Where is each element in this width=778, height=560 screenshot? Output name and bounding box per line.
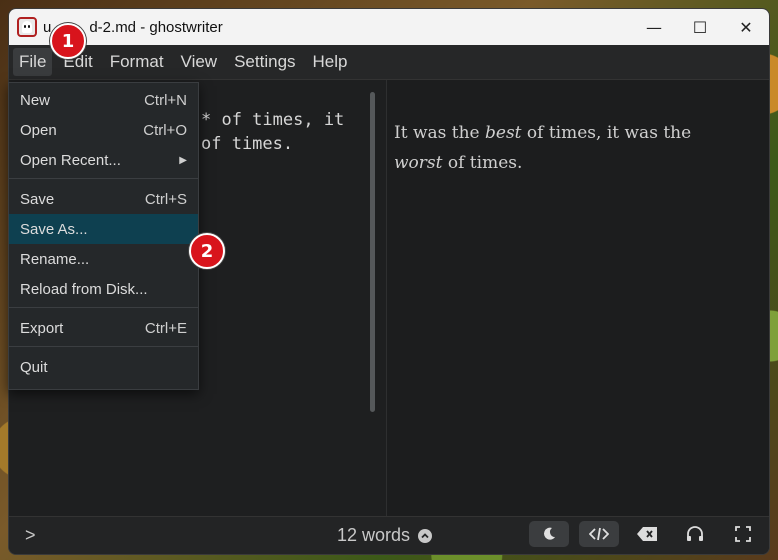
html-preview: It was the best of times, it was the wor… [387, 80, 769, 517]
menu-item-open-recent[interactable]: Open Recent... ▶ [9, 145, 198, 175]
ghostwriter-app-icon [17, 17, 37, 37]
fullscreen-icon [735, 526, 751, 542]
code-icon [589, 527, 609, 541]
menu-item-quit[interactable]: Quit [9, 352, 198, 382]
fullscreen-toggle[interactable] [723, 521, 763, 547]
html-preview-toggle[interactable] [579, 521, 619, 547]
step-badge-1: 1 [50, 23, 86, 59]
hemingway-mode-toggle[interactable] [627, 521, 667, 547]
menu-separator [9, 307, 198, 308]
window-controls: — ☐ ✕ [631, 9, 769, 45]
dark-mode-toggle[interactable] [529, 521, 569, 547]
word-count-label: 12 words [337, 525, 411, 545]
menu-file[interactable]: File [13, 48, 53, 76]
menu-item-export[interactable]: Export Ctrl+E [9, 313, 198, 343]
menu-item-save-as[interactable]: Save As... [9, 214, 198, 244]
menu-format[interactable]: Format [104, 48, 170, 76]
menu-item-open[interactable]: Open Ctrl+O [9, 115, 198, 145]
menu-view[interactable]: View [175, 48, 224, 76]
menu-settings[interactable]: Settings [228, 48, 301, 76]
backspace-icon [637, 527, 657, 541]
menu-separator [9, 178, 198, 179]
menu-help[interactable]: Help [307, 48, 354, 76]
word-count[interactable]: 12 words [337, 525, 433, 546]
focus-mode-toggle[interactable] [675, 521, 715, 547]
menu-item-save[interactable]: Save Ctrl+S [9, 184, 198, 214]
menu-item-new[interactable]: New Ctrl+N [9, 85, 198, 115]
submenu-arrow-icon: ▶ [179, 154, 187, 166]
preview-paragraph: It was the best of times, it was the wor… [394, 123, 692, 173]
menu-separator [9, 346, 198, 347]
file-menu-dropdown: New Ctrl+N Open Ctrl+O Open Recent... ▶ Sav… [8, 82, 199, 390]
chevron-right-icon[interactable]: > [25, 525, 36, 546]
close-button[interactable]: ✕ [723, 9, 769, 45]
editor-scrollbar[interactable] [370, 92, 375, 412]
menu-bar: File Edit Format View Settings Help [9, 45, 769, 80]
minimize-button[interactable]: — [631, 9, 677, 45]
status-bar: > 12 words [9, 516, 769, 554]
menu-item-rename[interactable]: Rename... [9, 244, 198, 274]
step-badge-2: 2 [189, 233, 225, 269]
chevron-up-circle-icon [418, 528, 433, 543]
moon-icon [544, 527, 555, 540]
headphones-icon [687, 526, 703, 541]
maximize-button[interactable]: ☐ [677, 9, 723, 45]
title-bar: u d-2.md - ghostwriter — ☐ ✕ [9, 9, 769, 45]
menu-item-reload[interactable]: Reload from Disk... [9, 274, 198, 304]
